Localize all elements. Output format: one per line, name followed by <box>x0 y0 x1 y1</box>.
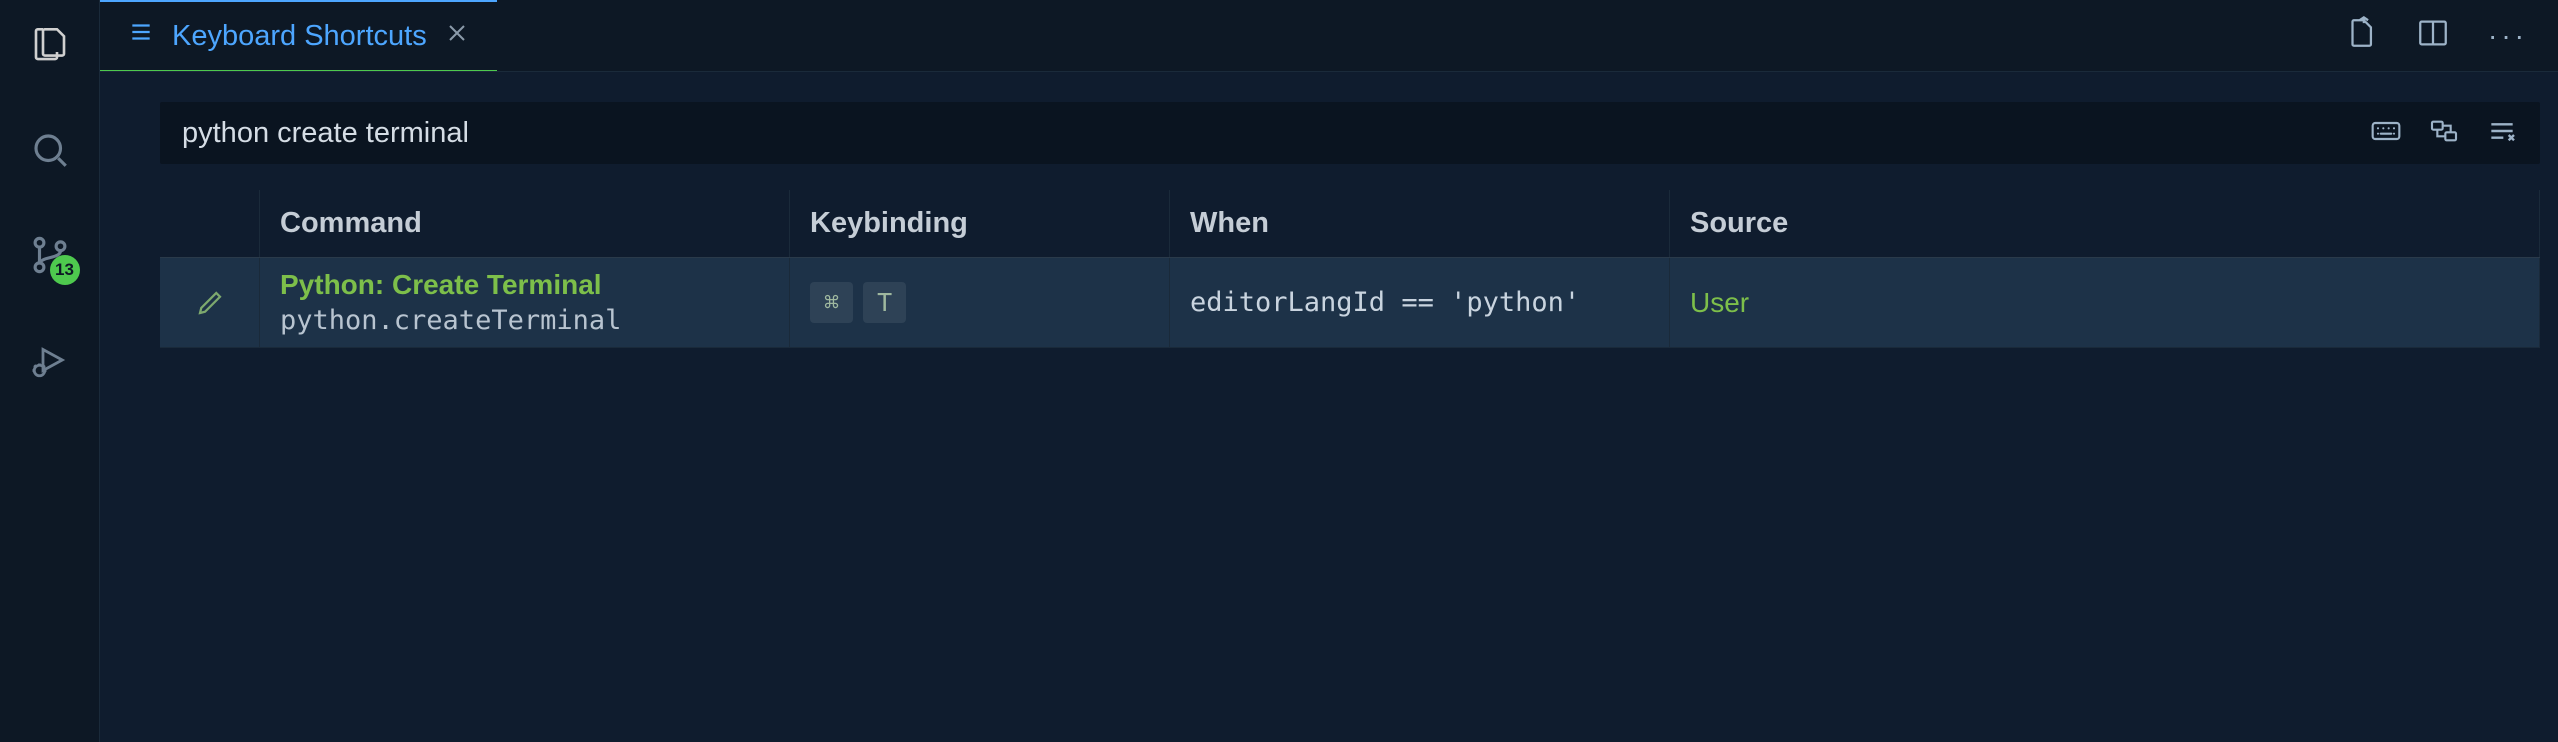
command-cell: Python: Create Terminal python.createTer… <box>260 258 790 347</box>
record-keys-button[interactable] <box>2370 115 2402 152</box>
search-bar <box>160 102 2540 164</box>
debug-icon <box>29 339 71 381</box>
keyboard-shortcuts-editor: Command Keybinding When Source Python: C… <box>100 72 2558 742</box>
activity-bar: 13 <box>0 0 100 742</box>
search-icon <box>29 129 71 171</box>
tab-bar: Keyboard Shortcuts ··· <box>100 0 2558 72</box>
keybinding-cell: ⌘ T <box>790 258 1170 347</box>
col-keybinding[interactable]: Keybinding <box>790 190 1170 257</box>
more-actions-button[interactable]: ··· <box>2488 20 2528 52</box>
command-id: python.createTerminal <box>280 305 621 336</box>
col-source[interactable]: Source <box>1670 190 2540 257</box>
open-changes-button[interactable] <box>2344 16 2378 55</box>
keyboard-icon <box>2370 115 2402 147</box>
shortcuts-table: Command Keybinding When Source Python: C… <box>160 190 2540 348</box>
col-command[interactable]: Command <box>260 190 790 257</box>
key-chip: T <box>863 282 906 323</box>
close-icon <box>445 21 469 45</box>
activity-source-control[interactable]: 13 <box>25 230 75 280</box>
split-editor-button[interactable] <box>2416 16 2450 55</box>
tab-title: Keyboard Shortcuts <box>172 20 427 53</box>
sort-precedence-button[interactable] <box>2428 115 2460 152</box>
source-cell: User <box>1670 258 2540 347</box>
list-icon <box>128 19 154 53</box>
sort-icon <box>2428 115 2460 147</box>
activity-explorer[interactable] <box>25 20 75 70</box>
edit-keybinding-button[interactable] <box>160 258 260 347</box>
split-icon <box>2416 16 2450 50</box>
activity-run-debug[interactable] <box>25 335 75 385</box>
tab-keyboard-shortcuts[interactable]: Keyboard Shortcuts <box>100 0 497 71</box>
search-input[interactable] <box>182 117 2370 150</box>
editor-main: Keyboard Shortcuts ··· <box>100 0 2558 742</box>
files-icon <box>29 24 71 66</box>
col-when[interactable]: When <box>1170 190 1670 257</box>
activity-search[interactable] <box>25 125 75 175</box>
clear-input-button[interactable] <box>2486 115 2518 152</box>
when-cell: editorLangId == 'python' <box>1170 258 1670 347</box>
key-chip: ⌘ <box>810 282 853 323</box>
table-row[interactable]: Python: Create Terminal python.createTer… <box>160 258 2540 348</box>
pencil-icon <box>195 288 225 318</box>
table-header: Command Keybinding When Source <box>160 190 2540 258</box>
tab-close-button[interactable] <box>445 20 469 53</box>
editor-actions: ··· <box>2344 0 2558 71</box>
clear-icon <box>2486 115 2518 147</box>
command-title: Python: Create Terminal <box>280 269 602 301</box>
scm-badge: 13 <box>50 255 80 285</box>
file-go-icon <box>2344 16 2378 50</box>
